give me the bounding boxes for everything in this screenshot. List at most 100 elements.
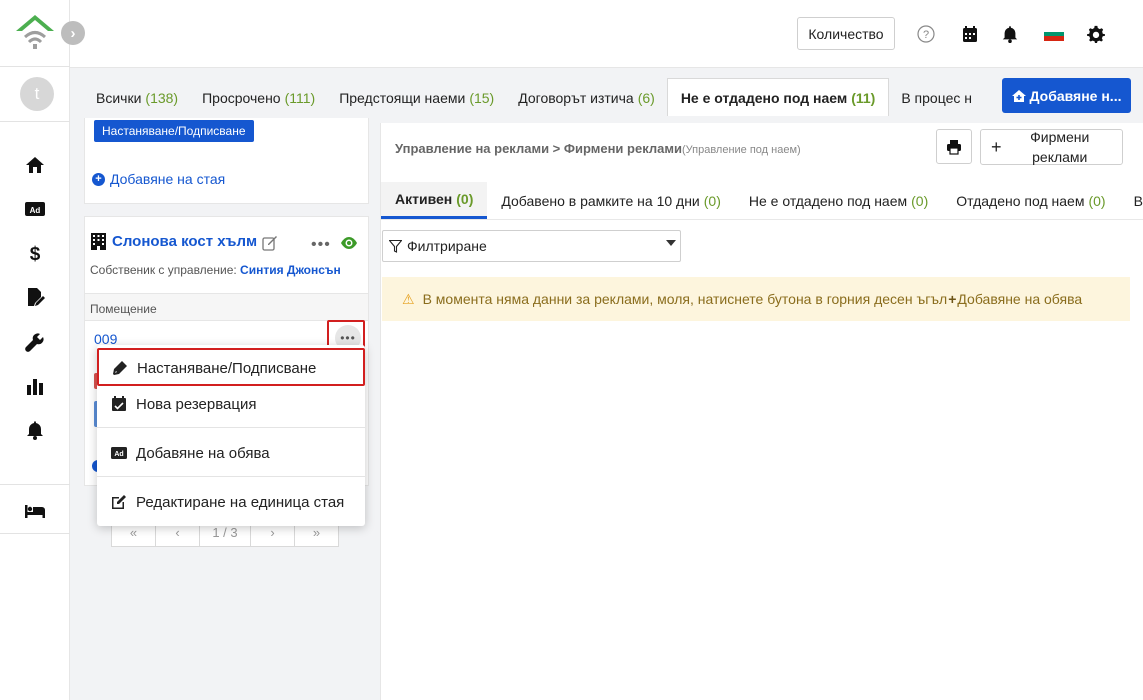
tab-expiring[interactable]: Договорът изтича (6) xyxy=(506,80,667,116)
help-icon[interactable]: ? xyxy=(916,24,936,44)
add-brand-ad-button[interactable]: + Фирмени реклами xyxy=(980,129,1123,165)
filter-icon xyxy=(389,239,402,253)
home-icon[interactable] xyxy=(23,153,47,177)
status-tabs: Всички (138) Просрочено (111) Предстоящи н… xyxy=(84,78,984,116)
gear-icon[interactable] xyxy=(1086,24,1106,44)
calendar-icon[interactable] xyxy=(960,24,980,44)
home-add-icon xyxy=(1011,89,1026,102)
ad-icon: Ad xyxy=(111,447,127,459)
calendar-check-icon xyxy=(112,396,126,411)
tab-count: (11) xyxy=(851,89,876,106)
tab-label: Договорът изтича xyxy=(518,90,634,106)
svg-text:?: ? xyxy=(923,29,929,41)
subtab-label: Отдадено под наем xyxy=(956,192,1085,209)
svg-text:Ad: Ad xyxy=(114,451,123,458)
edit-icon xyxy=(112,495,126,509)
plus-icon: + xyxy=(948,291,957,307)
tab-count: (15) xyxy=(469,90,495,106)
tab-in-progress[interactable]: В процес н xyxy=(889,80,984,116)
subtab-label: Добавено в рамките на 10 дни xyxy=(501,192,700,209)
menu-item-add-ad[interactable]: Ad Добавяне на обява xyxy=(97,440,365,466)
add-room-label: Добавяне на стая xyxy=(110,171,226,187)
menu-divider xyxy=(97,476,365,477)
highlight-frame xyxy=(97,348,365,386)
ad-icon[interactable]: Ad xyxy=(23,197,47,221)
more-options-icon[interactable]: ••• xyxy=(311,236,331,254)
tab-label: Всички xyxy=(96,90,142,106)
tab-label: Просрочено xyxy=(202,90,281,106)
tab-overdue[interactable]: Просрочено (111) xyxy=(190,80,327,116)
left-sidebar: t Ad $ xyxy=(0,0,70,700)
quantity-button[interactable]: Количество xyxy=(797,17,895,50)
wrench-icon[interactable] xyxy=(23,330,47,354)
tab-count: (111) xyxy=(284,90,316,106)
plus-icon: + xyxy=(991,136,1002,157)
subtab-label: Активен xyxy=(395,191,453,207)
print-icon xyxy=(947,139,961,155)
dollar-icon[interactable]: $ xyxy=(23,241,47,265)
plus-circle-icon: + xyxy=(92,172,105,186)
subtab-count: (0) xyxy=(456,191,474,207)
subtab-count: (0) xyxy=(703,192,721,209)
menu-item-label: Редактиране на единица стая xyxy=(136,493,345,511)
top-bar: Количество ? xyxy=(70,0,1143,68)
tab-label: Не е отдадено под наем xyxy=(680,89,848,106)
building-icon xyxy=(91,233,106,250)
bell-icon[interactable] xyxy=(23,418,47,442)
add-button-label: Добавяне н... xyxy=(1029,87,1122,104)
expand-sidebar-button[interactable]: › xyxy=(61,21,85,45)
breadcrumb: Управление на реклами > Фирмени реклами(… xyxy=(395,141,801,156)
tab-upcoming[interactable]: Предстоящи наеми (15) xyxy=(327,80,506,116)
tab-count: (6) xyxy=(637,90,655,106)
avatar[interactable]: t xyxy=(20,77,54,111)
property-card: Настаняване/Подписване + Добавяне на ста… xyxy=(84,118,369,204)
bed-icon[interactable] xyxy=(23,499,47,523)
subtab-label: Не е отдадено под наем xyxy=(748,192,908,209)
sidebar-divider xyxy=(0,121,70,122)
sidebar-divider xyxy=(0,484,70,485)
checkin-button[interactable]: Настаняване/Подписване xyxy=(94,120,254,142)
subtab-count: (0) xyxy=(1088,192,1106,209)
add-room-link[interactable]: + Добавяне на стая xyxy=(92,171,225,187)
subtab-more[interactable]: В xyxy=(1120,182,1143,219)
subtab-not-rented[interactable]: Не е отдадено под наем (0) xyxy=(735,182,942,219)
sidebar-divider xyxy=(0,533,70,534)
property-name[interactable]: Слонова кост хълм xyxy=(112,233,257,250)
edit-icon[interactable] xyxy=(262,235,278,251)
tab-label: В процес н xyxy=(901,90,972,106)
tab-count: (138) xyxy=(145,90,179,106)
subtab-rented[interactable]: Отдадено под наем (0) xyxy=(942,182,1119,219)
owner-prefix: Собственик с управление: xyxy=(90,263,237,277)
warning-link[interactable]: Добавяне на обява xyxy=(957,291,1082,307)
tab-label: Предстоящи наеми xyxy=(339,90,466,106)
sidebar-divider xyxy=(0,66,70,67)
menu-divider xyxy=(97,427,365,428)
warning-text: В момента няма данни за реклами, моля, н… xyxy=(422,291,948,307)
room-actions-menu: Настаняване/Подписване Нова резервация A… xyxy=(97,345,365,526)
menu-item-label: Нова резервация xyxy=(136,395,257,413)
logo-icon[interactable] xyxy=(14,13,56,53)
main-content: Управление на реклами > Фирмени реклами(… xyxy=(380,123,1143,700)
svg-text:Ad: Ad xyxy=(30,206,41,215)
subtab-added-10-days[interactable]: Добавено в рамките на 10 дни (0) xyxy=(487,182,735,219)
menu-item-edit-room[interactable]: Редактиране на единица стая xyxy=(97,489,365,515)
subtab-count: (0) xyxy=(911,192,929,209)
add-button[interactable]: Добавяне н... xyxy=(1002,78,1131,113)
flag-stripe-red xyxy=(1044,36,1064,42)
bell-icon[interactable] xyxy=(1000,24,1020,44)
filter-dropdown[interactable]: Филтриране xyxy=(382,230,681,262)
subtab-active[interactable]: Активен (0) xyxy=(381,182,488,219)
eye-icon[interactable] xyxy=(340,235,358,251)
svg-text:$: $ xyxy=(30,244,41,263)
tab-not-rented[interactable]: Не е отдадено под наем (11) xyxy=(666,78,890,116)
chart-icon[interactable] xyxy=(23,374,47,398)
tab-all[interactable]: Всички (138) xyxy=(84,80,190,116)
empty-state-warning: ⚠ В момента няма данни за реклами, моля,… xyxy=(382,277,1130,321)
owner-line: Собственик с управление: Синтия Джонсън xyxy=(90,263,341,277)
breadcrumb-sub: (Управление под наем) xyxy=(681,144,801,156)
print-button[interactable] xyxy=(936,129,972,164)
menu-item-new-reservation[interactable]: Нова резервация xyxy=(97,391,365,417)
flag-bg-icon[interactable] xyxy=(1044,27,1064,42)
owner-name[interactable]: Синтия Джонсън xyxy=(240,263,341,277)
contract-icon[interactable] xyxy=(23,285,47,309)
